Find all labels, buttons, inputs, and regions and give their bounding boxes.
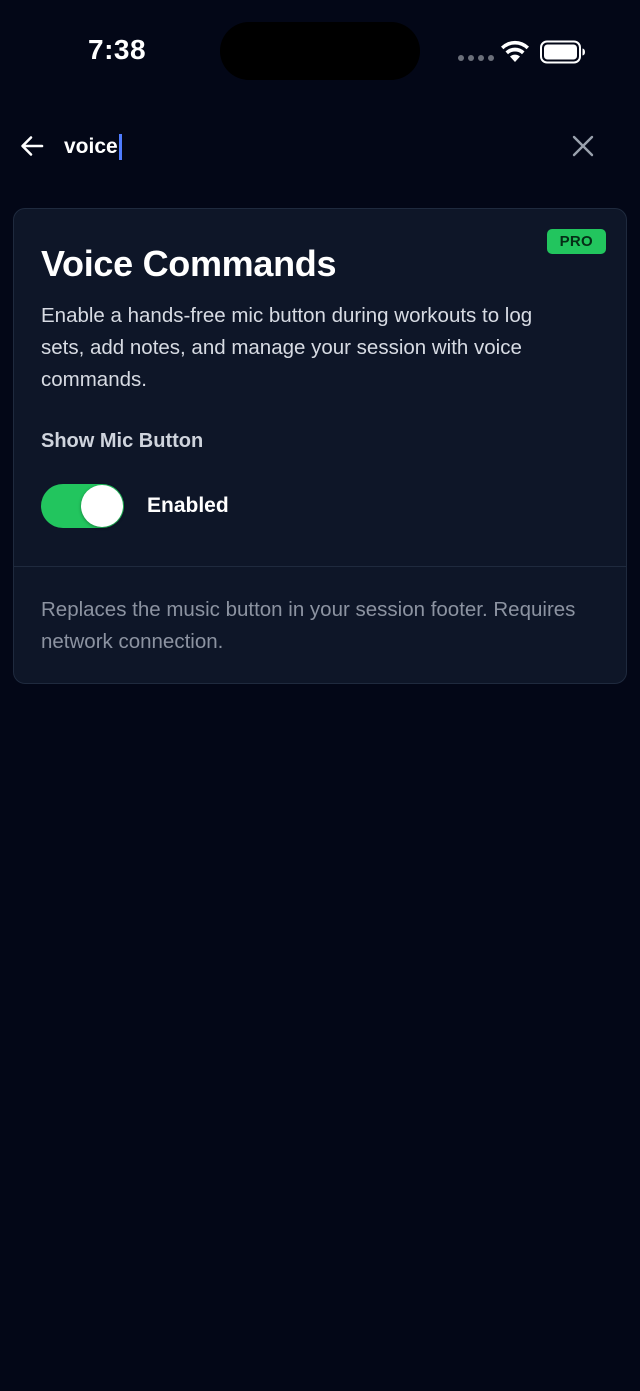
battery-icon: [540, 40, 585, 64]
dynamic-island: [220, 22, 420, 80]
pro-badge: PRO: [546, 229, 606, 254]
screen: 7:38 voice PRO Voice Commands Enable a h…: [0, 0, 640, 1391]
voice-commands-card: PRO Voice Commands Enable a hands-free m…: [13, 208, 627, 684]
show-mic-button-toggle[interactable]: [41, 484, 124, 528]
card-footnote: Replaces the music button in your sessio…: [41, 598, 576, 653]
close-icon[interactable]: [570, 133, 596, 159]
status-bar: 7:38: [0, 0, 640, 100]
card-description: Enable a hands-free mic button during wo…: [41, 304, 533, 391]
cellular-signal-icon: [458, 55, 494, 61]
search-query: voice: [64, 135, 118, 158]
card-title: Voice Commands: [41, 243, 337, 284]
wifi-icon: [501, 40, 529, 62]
toggle-knob: [81, 485, 123, 527]
search-input[interactable]: voice: [64, 130, 544, 164]
show-mic-button-label: Show Mic Button: [41, 430, 204, 452]
arrow-left-icon[interactable]: [18, 132, 46, 160]
search-header: voice: [0, 120, 640, 176]
divider: [14, 566, 626, 567]
toggle-status-text: Enabled: [147, 494, 229, 517]
status-time: 7:38: [88, 34, 147, 65]
text-caret: [118, 134, 122, 160]
